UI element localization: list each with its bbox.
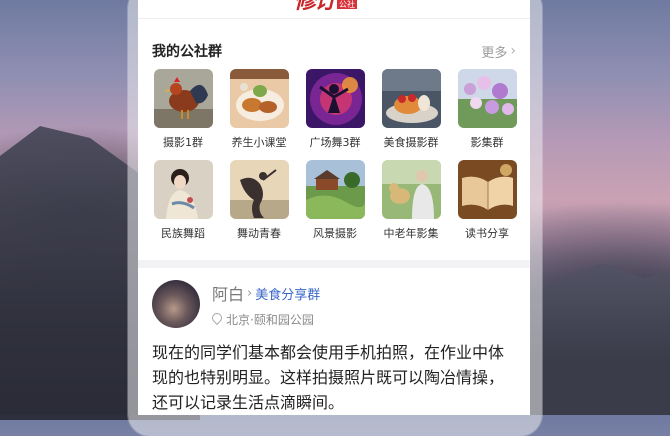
author-name[interactable]: 阿白 <box>212 281 244 305</box>
app-screen: 修订 公社 我的公社群 更多 › 摄影1群 养生小课堂 广场舞3群 美食摄影群 … <box>138 0 530 415</box>
open-book-photo-icon <box>457 160 517 219</box>
more-label: 更多 <box>481 45 508 61</box>
app-header: 修订 公社 <box>138 0 530 19</box>
group-label: 养生小课堂 <box>231 136 287 149</box>
chevron-right-icon: › <box>510 43 516 59</box>
post-location: 北京·颐和园公园 <box>226 313 314 327</box>
group-item-ethnic-dance[interactable]: 民族舞蹈 <box>153 160 213 241</box>
group-item-food-photography[interactable]: 美食摄影群 <box>381 69 441 150</box>
groups-grid: 摄影1群 养生小课堂 广场舞3群 美食摄影群 影集群 民族舞蹈 舞动青春 风景摄… <box>153 69 517 241</box>
group-item-landscape[interactable]: 风景摄影 <box>305 160 365 241</box>
group-label: 舞动青春 <box>237 227 281 240</box>
more-link[interactable]: 更多 › <box>481 42 516 61</box>
my-groups-section: 我的公社群 更多 › 摄影1群 养生小课堂 广场舞3群 美食摄影群 影集群 民族… <box>138 19 530 241</box>
rooster-photo-icon <box>153 69 213 128</box>
group-label: 影集群 <box>470 136 504 149</box>
group-item-album[interactable]: 影集群 <box>457 69 517 150</box>
post-group-link[interactable]: 美食分享群 <box>255 284 320 303</box>
group-item-health-class[interactable]: 养生小课堂 <box>229 69 289 150</box>
logo-tag: 公社 <box>337 0 358 9</box>
dance-silhouette-photo-icon <box>229 160 289 219</box>
app-logo: 修订 公社 <box>294 0 358 14</box>
feed-post: 阿白 › 美食分享群 北京·颐和园公园 现在的同学们基本都会使用手机拍照，在作业… <box>138 268 530 415</box>
group-label: 摄影1群 <box>163 136 203 149</box>
dancer-photo-icon <box>305 69 365 128</box>
group-label: 民族舞蹈 <box>161 227 205 240</box>
group-item-senior-album[interactable]: 中老年影集 <box>381 160 441 241</box>
countryside-photo-icon <box>305 160 365 219</box>
dessert-photo-icon <box>381 69 441 128</box>
post-text: 现在的同学们基本都会使用手机拍照，在作业中体现的也特别明显。这样拍摄照片既可以陶… <box>152 343 505 412</box>
location-pin-icon <box>212 313 222 326</box>
avatar[interactable] <box>152 280 200 328</box>
chevron-right-icon: › <box>247 285 253 301</box>
group-label: 读书分享 <box>465 227 509 240</box>
group-label: 美食摄影群 <box>383 136 439 149</box>
group-item-photo-1[interactable]: 摄影1群 <box>153 69 213 150</box>
post-header: 阿白 › 美食分享群 北京·颐和园公园 <box>152 280 516 328</box>
elder-dog-photo-icon <box>381 160 441 219</box>
logo-mark: 修订 <box>294 0 336 14</box>
group-label: 中老年影集 <box>383 227 439 240</box>
group-label: 风景摄影 <box>313 227 357 240</box>
group-item-square-dance[interactable]: 广场舞3群 <box>305 69 365 150</box>
post-meta: 阿白 › 美食分享群 北京·颐和园公园 <box>212 280 320 328</box>
traditional-woman-photo-icon <box>153 160 213 219</box>
group-item-dance-youth[interactable]: 舞动青春 <box>229 160 289 241</box>
section-divider <box>138 260 530 268</box>
groups-title: 我的公社群 <box>152 44 222 60</box>
flowers-photo-icon <box>457 69 517 128</box>
group-label: 广场舞3群 <box>309 136 361 149</box>
food-plate-photo-icon <box>229 69 289 128</box>
author-row: 阿白 › 美食分享群 <box>212 281 320 305</box>
group-item-reading[interactable]: 读书分享 <box>457 160 517 241</box>
location-row: 北京·颐和园公园 <box>212 311 320 328</box>
